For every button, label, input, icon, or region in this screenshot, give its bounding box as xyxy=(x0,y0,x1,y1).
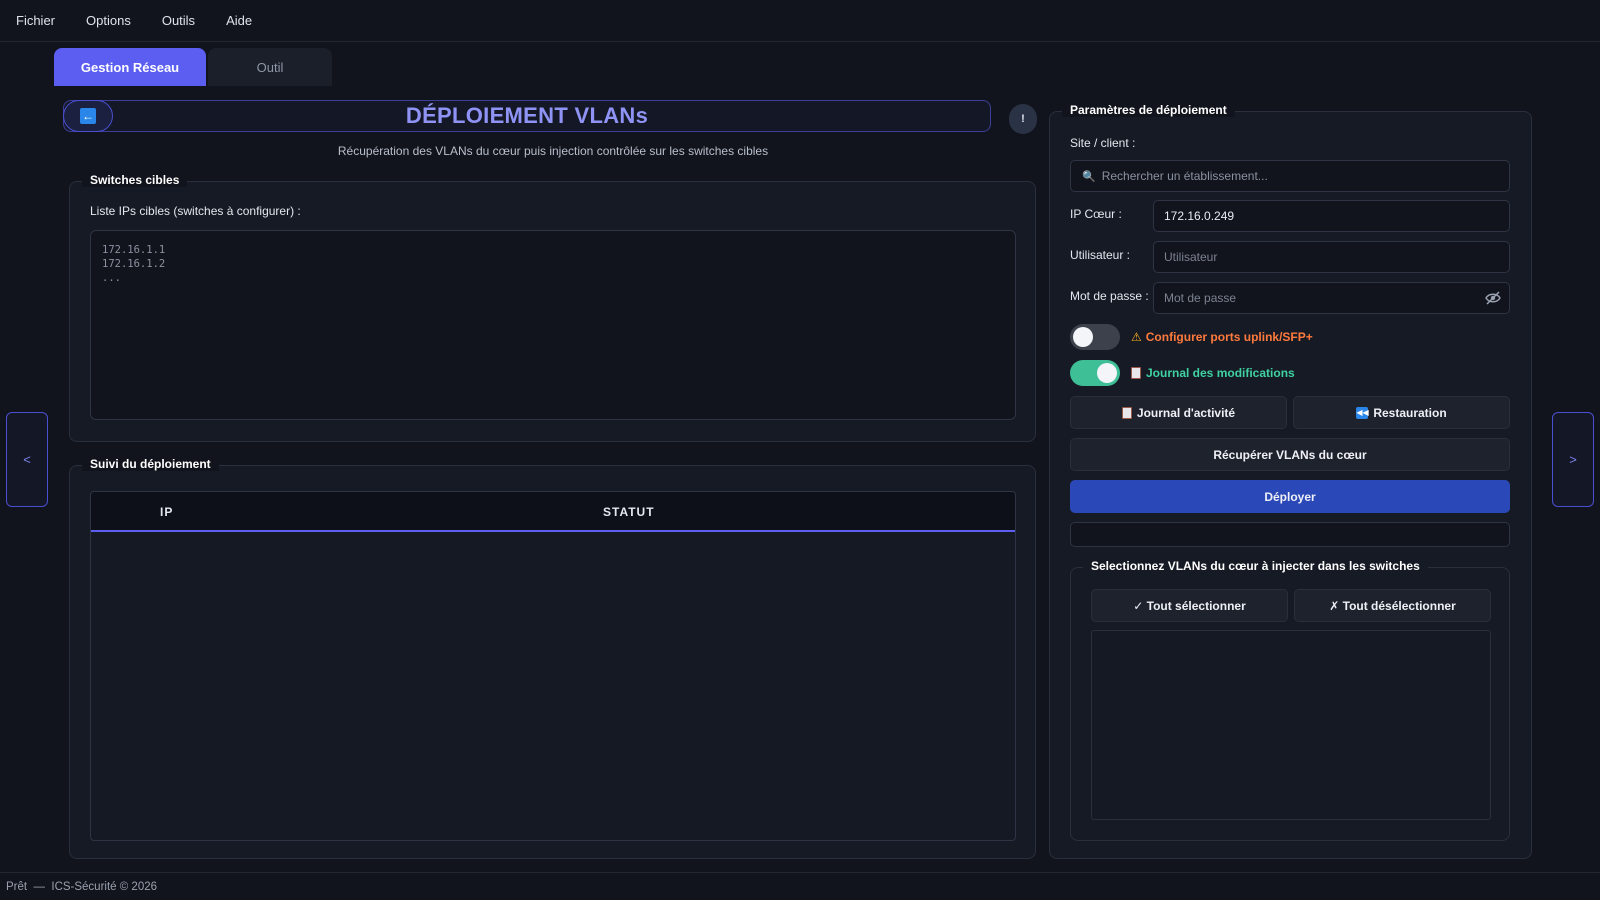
tab-outil[interactable]: Outil xyxy=(208,48,332,86)
tracking-group: Suivi du déploiement IP STATUT xyxy=(69,457,1036,859)
eye-slash-icon[interactable] xyxy=(1485,291,1501,305)
user-input[interactable]: Utilisateur xyxy=(1153,241,1510,273)
ip-list-textarea[interactable]: 172.16.1.1 172.16.1.2 ... xyxy=(90,230,1016,420)
switches-group-title: Switches cibles xyxy=(82,173,188,187)
site-search-placeholder: Rechercher un établissement... xyxy=(1101,169,1268,183)
tracking-group-title: Suivi du déploiement xyxy=(82,457,219,471)
prev-arrow-button[interactable]: < xyxy=(6,412,48,507)
uplink-toggle-label: ⚠ Configurer ports uplink/SFP+ xyxy=(1131,330,1313,344)
password-label: Mot de passe : xyxy=(1070,289,1149,303)
site-label: Site / client : xyxy=(1070,136,1136,150)
ip-coeur-input[interactable]: 172.16.0.249 xyxy=(1153,200,1510,232)
warning-icon: ⚠ xyxy=(1131,330,1142,344)
menu-aide[interactable]: Aide xyxy=(226,13,252,28)
tab-bar: Gestion Réseau Outil xyxy=(54,48,332,86)
back-button[interactable]: ← xyxy=(63,100,113,132)
activity-log-label: Journal d'activité xyxy=(1136,405,1236,420)
rewind-icon: ◀◀ xyxy=(1356,406,1369,419)
next-arrow-button[interactable]: > xyxy=(1552,412,1594,507)
page-subtitle: Récupération des VLANs du cœur puis inje… xyxy=(337,144,769,158)
fetch-vlans-button[interactable]: Récupérer VLANs du cœur xyxy=(1070,438,1510,471)
vlan-select-group: Selectionnez VLANs du cœur à injecter da… xyxy=(1070,559,1510,841)
site-search-input[interactable]: 🔍 Rechercher un établissement... xyxy=(1070,160,1510,192)
switches-group: Switches cibles Liste IPs cibles (switch… xyxy=(69,173,1036,442)
params-group: Paramètres de déploiement Site / client … xyxy=(1049,103,1532,859)
ip-coeur-label: IP Cœur : xyxy=(1070,207,1122,221)
journal-toggle[interactable] xyxy=(1070,360,1120,386)
user-label: Utilisateur : xyxy=(1070,248,1131,262)
select-all-button[interactable]: ✓ Tout sélectionner xyxy=(1091,589,1288,622)
document-icon xyxy=(1121,406,1132,419)
deployment-table: IP STATUT xyxy=(90,491,1016,841)
table-header: IP STATUT xyxy=(91,492,1015,532)
menu-fichier[interactable]: Fichier xyxy=(16,13,55,28)
toggle-knob xyxy=(1097,363,1117,383)
uplink-toggle[interactable] xyxy=(1070,324,1120,350)
toggle-knob xyxy=(1073,327,1093,347)
status-bar: Prêt — ICS-Sécurité © 2026 xyxy=(0,872,1600,900)
deselect-all-button[interactable]: ✗ Tout désélectionner xyxy=(1294,589,1491,622)
params-group-title: Paramètres de déploiement xyxy=(1062,103,1235,117)
column-ip[interactable]: IP xyxy=(160,505,173,519)
password-placeholder: Mot de passe xyxy=(1164,291,1237,305)
tab-gestion-reseau[interactable]: Gestion Réseau xyxy=(54,48,206,86)
activity-log-button[interactable]: Journal d'activité xyxy=(1070,396,1287,429)
title-bar: DÉPLOIEMENT VLANs ← xyxy=(63,100,991,132)
journal-label-text: Journal des modifications xyxy=(1146,366,1295,380)
restore-label: Restauration xyxy=(1373,405,1447,420)
menu-bar: Fichier Options Outils Aide xyxy=(0,0,1600,42)
deploy-button[interactable]: Déployer xyxy=(1070,480,1510,513)
document-icon xyxy=(1131,367,1141,379)
menu-options[interactable]: Options xyxy=(86,13,131,28)
search-icon: 🔍 xyxy=(1082,170,1096,183)
column-statut[interactable]: STATUT xyxy=(603,505,655,519)
ip-list-label: Liste IPs cibles (switches à configurer)… xyxy=(90,204,301,218)
arrow-left-icon: ← xyxy=(80,108,96,124)
page-title: DÉPLOIEMENT VLANs xyxy=(405,103,649,128)
password-input[interactable]: Mot de passe xyxy=(1153,282,1510,314)
vlan-group-title: Selectionnez VLANs du cœur à injecter da… xyxy=(1083,559,1428,573)
status-text: Prêt — ICS-Sécurité © 2026 xyxy=(6,880,158,893)
restore-button[interactable]: ◀◀ Restauration xyxy=(1293,396,1510,429)
progress-bar xyxy=(1070,522,1510,547)
menu-outils[interactable]: Outils xyxy=(162,13,195,28)
journal-toggle-label: Journal des modifications xyxy=(1131,366,1295,380)
vlan-list[interactable] xyxy=(1091,630,1491,820)
uplink-label-text: Configurer ports uplink/SFP+ xyxy=(1145,330,1313,344)
help-button[interactable]: ! xyxy=(1009,104,1037,134)
